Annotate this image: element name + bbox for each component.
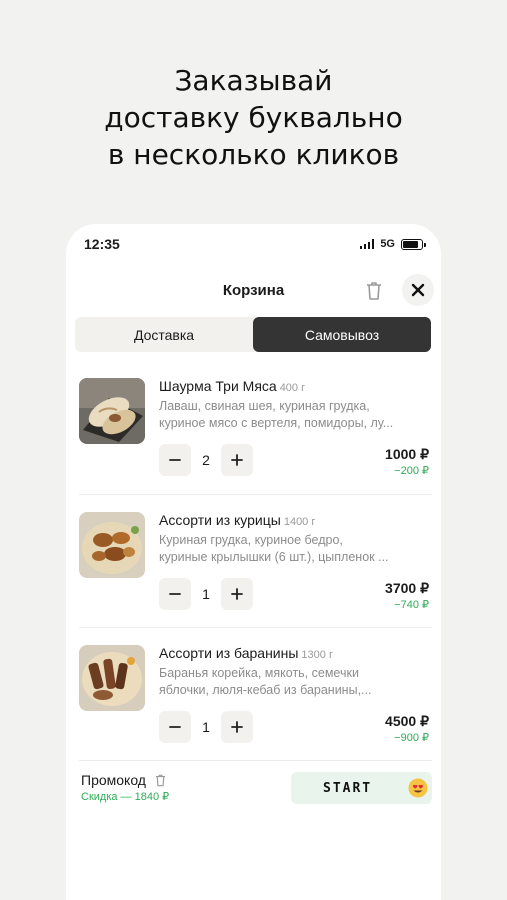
headline-line-3: в несколько кликов xyxy=(107,138,400,171)
tab-delivery[interactable]: Доставка xyxy=(75,317,253,352)
item-title: Ассорти из баранины xyxy=(159,645,299,661)
item-desc-line: яблочки, люля-кебаб из баранины,... xyxy=(159,683,372,697)
minus-icon xyxy=(169,459,181,461)
item-discount: −200 ₽ xyxy=(394,465,429,477)
increase-button[interactable] xyxy=(221,444,253,476)
decrease-button[interactable] xyxy=(159,444,191,476)
item-desc-line: куриное мясо с вертеля, помидоры, лу... xyxy=(159,416,394,430)
item-name: Ассорти из курицы 1400 г xyxy=(159,512,315,528)
status-indicators: 5G xyxy=(359,238,426,250)
minus-icon xyxy=(169,593,181,595)
item-price: 4500 ₽ xyxy=(385,713,429,729)
plus-icon xyxy=(231,721,243,733)
cart-item: Ассорти из баранины 1300 г Баранья корейк… xyxy=(79,645,429,763)
quantity-value: 2 xyxy=(202,452,210,468)
quantity-value: 1 xyxy=(202,719,210,735)
promo-section: Промокод Скидка — 1840 ₽ xyxy=(81,772,169,803)
network-type: 5G xyxy=(380,238,395,250)
promo-headline: Заказывай доставку буквально в несколько… xyxy=(0,62,507,173)
item-price: 1000 ₽ xyxy=(385,446,429,462)
headline-line-2: доставку буквально xyxy=(104,101,403,134)
quantity-value: 1 xyxy=(202,586,210,602)
item-title: Шаурма Три Мяса xyxy=(159,378,277,394)
item-desc-line: куриные крылышки (6 шт.), цыпленок ... xyxy=(159,550,389,564)
divider xyxy=(79,494,432,495)
divider xyxy=(79,627,432,628)
trash-icon[interactable] xyxy=(364,280,384,302)
item-discount: −740 ₽ xyxy=(394,599,429,611)
decrease-button[interactable] xyxy=(159,578,191,610)
cart-item: Шаурма Три Мяса 400 г Лаваш, свиная шея, … xyxy=(79,378,429,496)
divider xyxy=(79,760,432,761)
promo-label: Промокод xyxy=(81,772,146,788)
item-description: Куриная грудка, куриное бедро, куриные к… xyxy=(159,532,425,566)
phone-screen: 12:35 5G Корзина Доставка Самовывоз Шаур… xyxy=(66,224,441,900)
delivery-mode-switch: Доставка Самовывоз xyxy=(75,317,431,352)
item-desc-line: Баранья корейка, мякоть, семечки xyxy=(159,666,359,680)
quantity-stepper: 1 xyxy=(159,578,253,610)
item-desc-line: Куриная грудка, куриное бедро, xyxy=(159,533,343,547)
page-title: Корзина xyxy=(222,282,285,299)
increase-button[interactable] xyxy=(221,578,253,610)
item-discount: −900 ₽ xyxy=(394,732,429,744)
item-weight: 400 г xyxy=(279,382,306,394)
item-name: Шаурма Три Мяса 400 г xyxy=(159,378,305,394)
quantity-stepper: 2 xyxy=(159,444,253,476)
minus-icon xyxy=(169,726,181,728)
status-bar: 12:35 5G xyxy=(84,236,426,256)
signal-icon xyxy=(359,239,375,249)
item-desc-line: Лаваш, свиная шея, куриная грудка, xyxy=(159,399,370,413)
item-image xyxy=(79,645,145,711)
close-icon xyxy=(411,283,425,297)
quantity-stepper: 1 xyxy=(159,711,253,743)
plus-icon xyxy=(231,454,243,466)
decrease-button[interactable] xyxy=(159,711,191,743)
item-image xyxy=(79,378,145,444)
headline-line-1: Заказывай xyxy=(174,64,333,97)
item-description: Лаваш, свиная шея, куриная грудка, курин… xyxy=(159,398,425,432)
status-time: 12:35 xyxy=(84,236,120,252)
item-weight: 1300 г xyxy=(301,649,333,661)
promo-code-value: START xyxy=(323,780,373,796)
promo-code-field[interactable]: START xyxy=(291,772,432,804)
trash-icon[interactable] xyxy=(154,773,167,788)
item-name: Ассорти из баранины 1300 г xyxy=(159,645,333,661)
item-price: 3700 ₽ xyxy=(385,580,429,596)
close-button[interactable] xyxy=(402,274,434,306)
item-description: Баранья корейка, мякоть, семечки яблочки… xyxy=(159,665,425,699)
cart-item: Ассорти из курицы 1400 г Куриная грудка, … xyxy=(79,512,429,630)
item-weight: 1400 г xyxy=(283,516,316,528)
tab-pickup[interactable]: Самовывоз xyxy=(253,317,431,352)
item-image xyxy=(79,512,145,578)
item-title: Ассорти из курицы xyxy=(159,512,281,528)
battery-icon xyxy=(401,238,426,250)
plus-icon xyxy=(231,588,243,600)
heart-eyes-emoji-icon xyxy=(408,778,428,798)
increase-button[interactable] xyxy=(221,711,253,743)
promo-discount: Скидка — 1840 ₽ xyxy=(81,791,170,803)
promo-label-row: Промокод xyxy=(81,772,169,788)
